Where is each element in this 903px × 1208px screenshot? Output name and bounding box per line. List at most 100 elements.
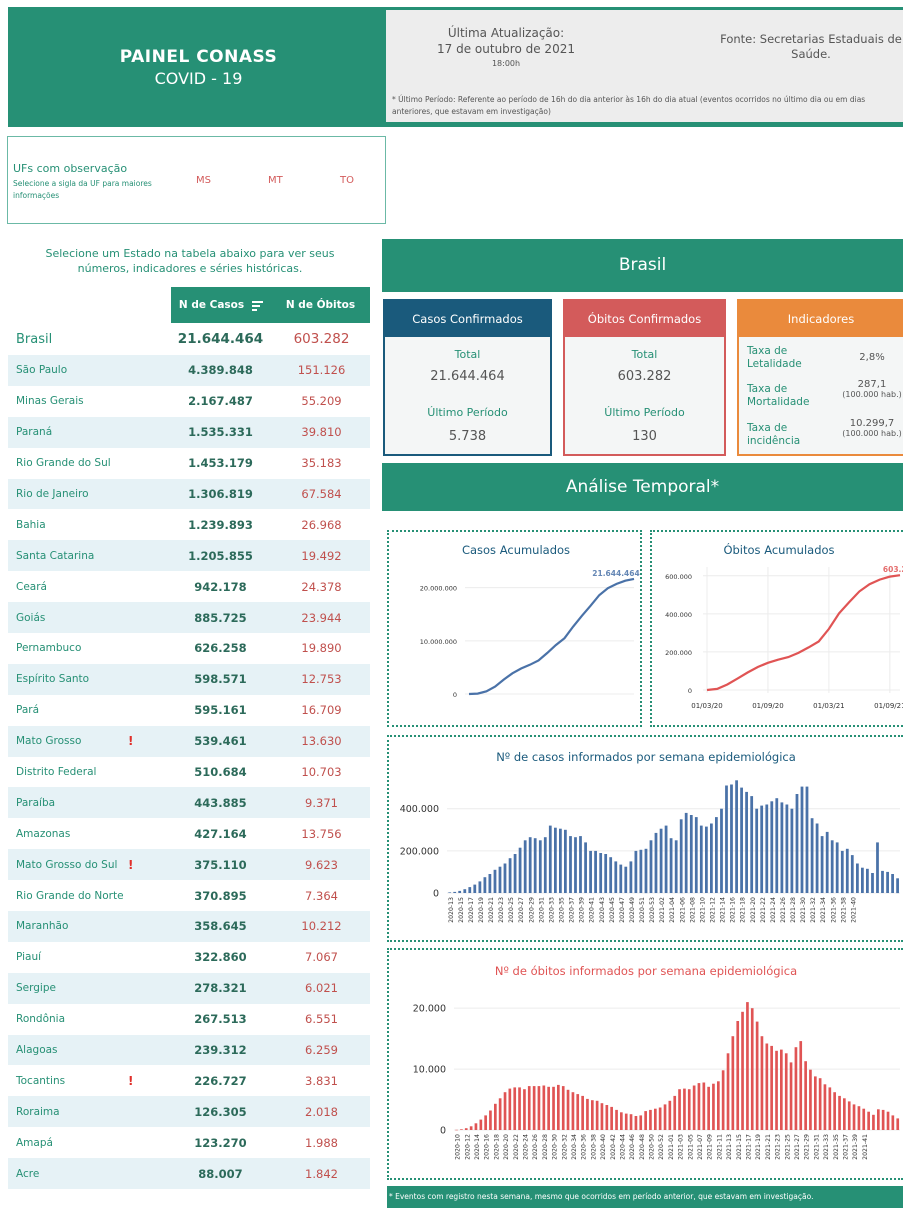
sort-filter-icon[interactable] <box>252 300 264 311</box>
x-tick-label: 2021-03 <box>678 1134 685 1160</box>
table-row[interactable]: Piauí 322.860 7.067 <box>8 942 370 973</box>
table-row[interactable]: Amazonas 427.164 13.756 <box>8 818 370 849</box>
x-tick-label: 2020-27 <box>518 897 525 923</box>
table-row[interactable]: Minas Gerais 2.167.487 55.209 <box>8 386 370 417</box>
bar <box>726 1053 730 1130</box>
y-tick-label: 0 <box>433 889 439 900</box>
x-tick-label: 2020-23 <box>498 897 505 923</box>
table-row[interactable]: Rio Grande do Norte 370.895 7.364 <box>8 880 370 911</box>
x-tick-label: 2020-52 <box>658 1134 665 1160</box>
x-tick-label: 2020-22 <box>513 1134 520 1160</box>
x-tick-label: 2021-02 <box>659 897 666 923</box>
table-row[interactable]: Mato Grosso do Sul! 375.110 9.623 <box>8 849 370 881</box>
table-row[interactable]: Roraima 126.305 2.018 <box>8 1096 370 1128</box>
cumulative-cases-chart[interactable]: Casos Acumulados 0 10.000.000 20.000.000 21.… <box>387 530 642 727</box>
weekly-deaths-chart[interactable]: Nº de óbitos informados por semana epide… <box>387 948 903 1180</box>
table-row[interactable]: Tocantins! 226.727 3.831 <box>8 1065 370 1096</box>
bar <box>845 848 849 894</box>
y-tick-label: 20.000 <box>413 1004 446 1015</box>
table-row[interactable]: Rio Grande do Sul 1.453.179 35.183 <box>8 448 370 479</box>
chart-title: Nº de óbitos informados por semana epide… <box>495 964 797 978</box>
bar <box>609 857 613 893</box>
bar <box>731 1036 735 1130</box>
x-tick-label: 2021-30 <box>800 897 807 923</box>
uf-link-ms[interactable]: MS <box>196 175 211 186</box>
bar <box>741 1011 744 1130</box>
x-tick-label: 01/03/21 <box>813 702 844 710</box>
column-header-deaths[interactable]: N de Óbitos <box>271 287 370 323</box>
bar <box>799 1041 803 1130</box>
bar <box>725 785 728 893</box>
state-name: Rondônia <box>16 1013 65 1026</box>
x-tick-label: 2021-14 <box>720 897 727 923</box>
column-header-cases[interactable]: N de Casos <box>171 287 271 323</box>
table-row[interactable]: Maranhão 358.645 10.212 <box>8 911 370 942</box>
incidence-row: Taxa de incidência 10.299,7 (100.000 hab… <box>747 419 903 448</box>
x-tick-label: 2021-12 <box>710 897 717 923</box>
table-row[interactable]: Acre 88.007 1.842 <box>8 1158 370 1190</box>
bar <box>843 1098 846 1130</box>
bar <box>673 1095 677 1130</box>
table-row[interactable]: Espírito Santo 598.571 12.753 <box>8 663 370 695</box>
state-name: Acre <box>16 1167 40 1180</box>
uf-link-to[interactable]: TO <box>340 175 354 186</box>
period-note: * Último Período: Referente ao período d… <box>392 95 866 116</box>
incidence-label: Taxa de incidência <box>747 422 801 447</box>
bar <box>557 1084 560 1130</box>
uf-link-mt[interactable]: MT <box>268 175 283 186</box>
bar <box>600 1103 604 1130</box>
table-row[interactable]: Bahia 1.239.893 26.968 <box>8 509 370 540</box>
table-row[interactable]: Paraíba 443.885 9.371 <box>8 787 370 819</box>
bar <box>862 1108 866 1130</box>
cases-value: 1.205.855 <box>188 548 253 563</box>
bar <box>615 1109 618 1130</box>
table-row[interactable]: Amapá 123.270 1.988 <box>8 1127 370 1158</box>
table-instruction: Selecione um Estado na tabela abaixo par… <box>45 247 335 275</box>
table-row[interactable]: Paraná 1.535.331 39.810 <box>8 416 370 448</box>
bar <box>828 1087 832 1130</box>
table-row[interactable]: Brasil 21.644.464 603.282 <box>8 323 370 355</box>
update-date: 17 de outubro de 2021 <box>437 42 575 56</box>
cases-value: 539.461 <box>194 734 247 749</box>
bar <box>453 891 457 893</box>
deaths-value: 6.259 <box>305 1043 338 1058</box>
state-name: São Paulo <box>16 364 68 377</box>
x-tick-label: 2021-04 <box>669 897 676 923</box>
table-row[interactable]: Distrito Federal 510.684 10.703 <box>8 757 370 788</box>
table-row[interactable]: Rio de Janeiro 1.306.819 67.584 <box>8 478 370 510</box>
table-row[interactable]: São Paulo 4.389.848 151.126 <box>8 355 370 386</box>
bar <box>720 808 723 893</box>
cases-value: 626.258 <box>194 641 247 656</box>
cumulative-deaths-chart[interactable]: Óbitos Acumulados 0 200.000 400.000 600.000 0… <box>650 530 903 727</box>
table-row[interactable]: Goiás 885.725 23.944 <box>8 602 370 634</box>
table-row[interactable]: Pará 595.161 16.709 <box>8 695 370 726</box>
x-tick-label: 2020-35 <box>559 897 566 923</box>
bar <box>745 791 748 893</box>
x-tick-label: 2020-12 <box>464 1134 471 1160</box>
table-row[interactable]: Sergipe 278.321 6.021 <box>8 972 370 1004</box>
table-row[interactable]: Santa Catarina 1.205.855 19.492 <box>8 540 370 572</box>
table-row[interactable]: Alagoas 239.312 6.259 <box>8 1034 370 1066</box>
state-name: Maranhão <box>16 920 69 933</box>
bar <box>644 848 648 894</box>
deaths-value: 7.364 <box>305 888 338 903</box>
bar <box>508 1088 512 1130</box>
x-tick-label: 2020-47 <box>619 897 626 923</box>
bar <box>840 850 844 893</box>
table-row[interactable]: Pernambuco 626.258 19.890 <box>8 633 370 664</box>
bar <box>683 1088 686 1130</box>
weekly-cases-chart[interactable]: Nº de casos informados por semana epidem… <box>387 735 903 942</box>
table-row[interactable]: Mato Grosso! 539.461 13.630 <box>8 725 370 757</box>
deaths-last-period-label: Último Período <box>604 406 685 419</box>
bar <box>604 854 608 893</box>
table-row[interactable]: Rondônia 267.513 6.551 <box>8 1004 370 1035</box>
state-name: Minas Gerais <box>16 395 84 408</box>
bar <box>872 1114 875 1130</box>
cases-value: 2.167.487 <box>188 394 253 409</box>
bar <box>595 1100 599 1130</box>
table-row[interactable]: Ceará 942.178 24.378 <box>8 571 370 602</box>
bar <box>852 1104 856 1130</box>
bar <box>800 786 804 893</box>
y-tick-label: 200.000 <box>665 649 692 657</box>
bar <box>760 1036 764 1130</box>
